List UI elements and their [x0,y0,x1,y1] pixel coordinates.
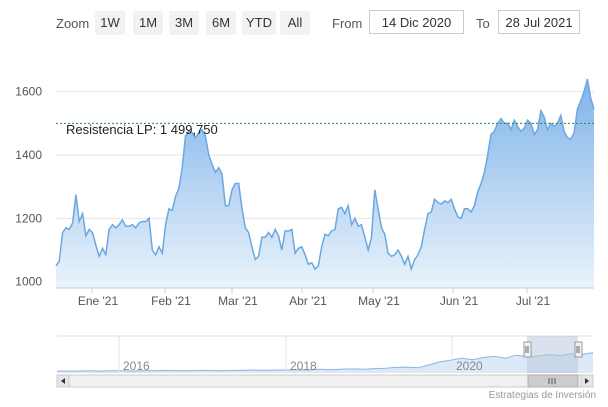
x-tick-label: Mar '21 [218,294,258,308]
scrollbar-track[interactable] [56,374,594,388]
x-tick-label: Abr '21 [289,294,327,308]
y-tick-label: 1600 [15,85,42,99]
navigator[interactable]: 2016 2018 2020 [57,335,594,373]
series-area [56,79,594,288]
x-tick-label: May '21 [358,294,400,308]
y-tick-label: 1200 [15,211,42,225]
navigator-tick-label: 2018 [290,359,317,373]
y-tick-label: 1400 [15,148,42,162]
y-tick-label: 1000 [15,275,42,289]
price-chart: 1000 1200 1400 1600 Resistencia LP: 1 499,7… [15,78,595,388]
y-axis: 1000 1200 1400 1600 [15,85,42,289]
x-tick-label: Feb '21 [151,294,191,308]
navigator-tick-label: 2016 [123,359,150,373]
navigator-selection [527,336,578,373]
credits: Estrategias de Inversión [488,390,596,401]
x-tick-label: Ene '21 [78,294,119,308]
scrollbar[interactable] [56,374,594,388]
x-axis: Ene '21 Feb '21 Mar '21 Abr '21 May '21 Jun '… [56,287,594,308]
x-tick-label: Jun '21 [440,294,479,308]
scrollbar-thumb[interactable] [527,374,579,388]
x-tick-label: Jul '21 [516,294,551,308]
resistance-label: Resistencia LP: 1 499,750 [66,122,218,137]
navigator-tick-label: 2020 [456,359,483,373]
